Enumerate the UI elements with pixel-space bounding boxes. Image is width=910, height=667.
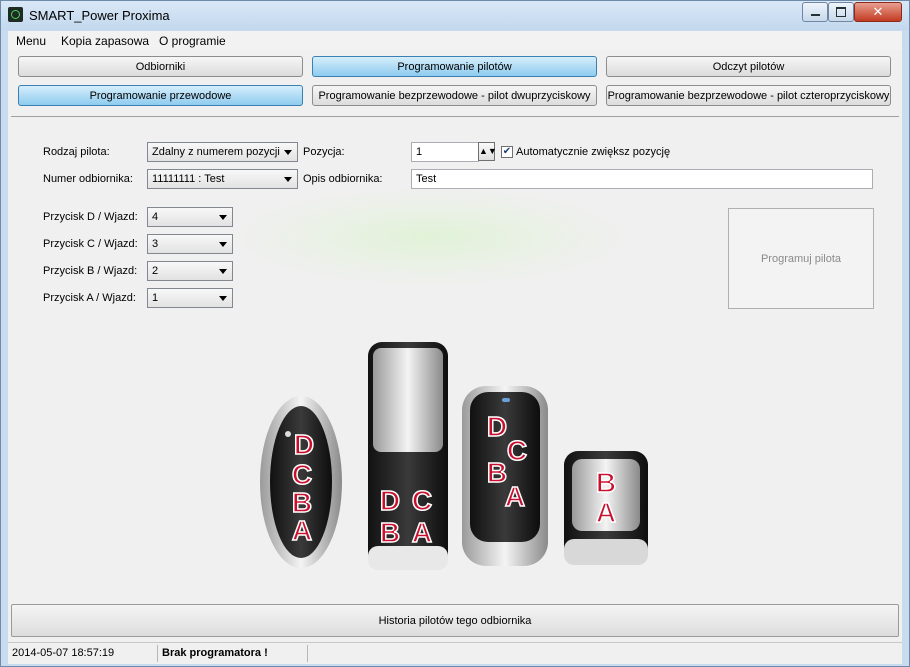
chevron-down-icon bbox=[219, 296, 227, 301]
button-a-value: 1 bbox=[152, 292, 159, 304]
remote-type-select[interactable]: Zdalny z numerem pozycji bbox=[147, 142, 298, 162]
chevron-down-icon bbox=[219, 269, 227, 274]
remote3-letter-a: A bbox=[505, 481, 525, 512]
title-bar[interactable]: SMART_Power Proxima ✕ bbox=[1, 1, 909, 30]
receiver-desc-label: Opis odbiornika: bbox=[303, 173, 383, 185]
status-bar: 2014-05-07 18:57:19 Brak programatora ! bbox=[8, 642, 902, 664]
button-b-value: 2 bbox=[152, 265, 159, 277]
button-d-label: Przycisk D / Wjazd: bbox=[43, 211, 138, 223]
minimize-icon bbox=[810, 14, 820, 16]
remote3-letter-d: D bbox=[487, 411, 507, 442]
remote2-letter-c: C bbox=[412, 485, 432, 516]
window-title: SMART_Power Proxima bbox=[29, 8, 170, 23]
menu-item-backup[interactable]: Kopia zapasowa bbox=[61, 34, 149, 48]
menu-item-menu[interactable]: Menu bbox=[16, 34, 46, 48]
close-button[interactable]: ✕ bbox=[854, 2, 902, 22]
auto-increment-label: Automatycznie zwiększ pozycję bbox=[516, 146, 671, 158]
tab-receivers[interactable]: Odbiorniki bbox=[18, 56, 303, 77]
menu-bar: Menu Kopia zapasowa O programie bbox=[8, 31, 902, 50]
chevron-down-icon bbox=[219, 215, 227, 220]
up-down-arrows-icon: ▲▼ bbox=[479, 146, 497, 156]
status-message: Brak programatora ! bbox=[158, 645, 308, 662]
minimize-button[interactable] bbox=[802, 2, 828, 22]
remote3-letter-c: C bbox=[507, 435, 527, 466]
button-d-value: 4 bbox=[152, 211, 159, 223]
tab-remote-programming[interactable]: Programowanie pilotów bbox=[312, 56, 597, 77]
remote1-letter-d: D bbox=[294, 429, 314, 460]
receiver-number-label: Numer odbiornika: bbox=[43, 173, 133, 185]
position-label: Pozycja: bbox=[303, 146, 345, 158]
position-input[interactable]: 1 bbox=[411, 142, 479, 162]
button-b-label: Przycisk B / Wjazd: bbox=[43, 265, 138, 277]
program-remote-button[interactable]: Programuj pilota bbox=[728, 208, 874, 309]
chevron-down-icon bbox=[284, 177, 292, 182]
checkmark-icon: ✔ bbox=[502, 146, 512, 157]
remote1-letter-a: A bbox=[292, 515, 312, 546]
app-leaf-icon bbox=[8, 7, 23, 22]
remote4-letter-b: B bbox=[596, 467, 616, 498]
menu-item-about[interactable]: O programie bbox=[159, 34, 226, 48]
chevron-down-icon bbox=[284, 150, 292, 155]
button-c-label: Przycisk C / Wjazd: bbox=[43, 238, 138, 250]
button-a-label: Przycisk A / Wjazd: bbox=[43, 292, 136, 304]
tab-wireless-two-button[interactable]: Programowanie bezprzewodowe - pilot dwup… bbox=[312, 85, 597, 106]
app-window: SMART_Power Proxima ✕ Menu Kopia zapasow… bbox=[0, 0, 910, 667]
button-a-select[interactable]: 1 bbox=[147, 288, 233, 308]
auto-increment-checkbox[interactable]: ✔ bbox=[501, 146, 513, 158]
receiver-desc-input[interactable]: Test bbox=[411, 169, 873, 189]
tab-wireless-four-button[interactable]: Programowanie bezprzewodowe - pilot czte… bbox=[606, 85, 891, 106]
tab-remote-reading[interactable]: Odczyt pilotów bbox=[606, 56, 891, 77]
remote-type-value: Zdalny z numerem pozycji bbox=[152, 146, 280, 158]
maximize-icon bbox=[836, 7, 846, 17]
close-icon: ✕ bbox=[872, 4, 884, 19]
button-b-select[interactable]: 2 bbox=[147, 261, 233, 281]
button-c-value: 3 bbox=[152, 238, 159, 250]
remote-controls-illustration: D C B A D C B A D C B A B A bbox=[260, 342, 648, 570]
remote2-letter-d: D bbox=[380, 485, 400, 516]
remote2-letter-b: B bbox=[380, 517, 400, 548]
remote1-letter-b: B bbox=[292, 487, 312, 518]
remote4-letter-a: A bbox=[596, 497, 616, 528]
remote-type-label: Rodzaj pilota: bbox=[43, 146, 110, 158]
tab-wired-programming[interactable]: Programowanie przewodowe bbox=[18, 85, 303, 106]
receiver-number-value: 11111111 : Test bbox=[152, 173, 225, 185]
chevron-down-icon bbox=[219, 242, 227, 247]
maximize-button[interactable] bbox=[828, 2, 854, 22]
history-button[interactable]: Historia pilotów tego odbiornika bbox=[11, 604, 899, 637]
remote2-letter-a: A bbox=[412, 517, 432, 548]
button-c-select[interactable]: 3 bbox=[147, 234, 233, 254]
status-datetime: 2014-05-07 18:57:19 bbox=[8, 645, 158, 662]
button-d-select[interactable]: 4 bbox=[147, 207, 233, 227]
position-stepper[interactable]: ▲▼ bbox=[478, 142, 497, 161]
receiver-number-select[interactable]: 11111111 : Test bbox=[147, 169, 298, 189]
remote1-letter-c: C bbox=[292, 459, 312, 490]
